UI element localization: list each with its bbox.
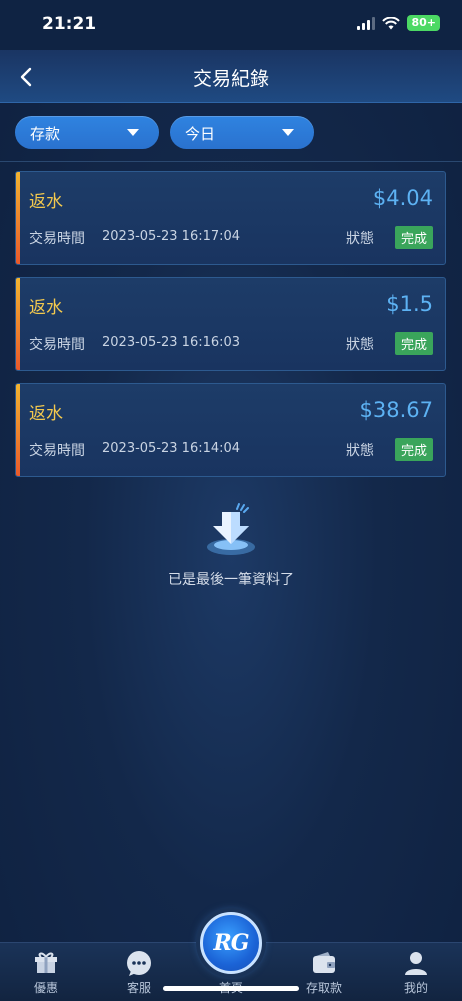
battery-indicator: 80+ (407, 15, 440, 31)
tab-support[interactable]: 客服 (109, 949, 169, 996)
user-icon (405, 952, 427, 975)
record-card[interactable]: 返水 $38.67 交易時間 2023-05-23 16:14:04 狀態 完成 (15, 383, 446, 477)
record-status-label: 狀態 (346, 443, 374, 459)
caret-down-icon (127, 129, 139, 136)
signal-icon (357, 16, 376, 30)
tab-profile[interactable]: 我的 (386, 949, 446, 996)
filter-row: 存款 今日 (15, 116, 314, 149)
record-time-label: 交易時間 (29, 337, 85, 353)
wifi-icon (382, 16, 401, 29)
record-type: 返水 (29, 404, 63, 424)
record-time-label: 交易時間 (29, 231, 85, 247)
record-amount: $1.5 (386, 292, 433, 316)
record-time: 2023-05-23 16:16:03 (102, 335, 241, 350)
tab-label: 存取款 (305, 981, 342, 995)
end-of-list-message: 已是最後一筆資料了 (168, 572, 294, 588)
home-indicator (163, 986, 299, 991)
period-filter-dropdown[interactable]: 今日 (170, 116, 314, 149)
page-title: 交易紀錄 (192, 68, 269, 90)
status-badge: 完成 (394, 332, 433, 355)
tab-wallet[interactable]: 存取款 (294, 949, 354, 996)
type-filter-label: 存款 (30, 125, 61, 143)
status-time: 21:21 (42, 14, 97, 34)
status-badge: 完成 (394, 438, 433, 461)
record-amount: $4.04 (372, 186, 433, 210)
record-time-label: 交易時間 (29, 443, 85, 459)
period-filter-label: 今日 (185, 125, 216, 143)
card-stripe (16, 172, 20, 264)
status-icons: 80+ (357, 15, 440, 31)
wallet-icon (313, 952, 335, 973)
record-type: 返水 (29, 298, 63, 318)
nav-bar: 交易紀錄 (0, 50, 462, 103)
record-status-label: 狀態 (346, 231, 374, 247)
home-logo-button[interactable]: RG (200, 912, 262, 974)
record-card[interactable]: 返水 $1.5 交易時間 2023-05-23 16:16:03 狀態 完成 (15, 277, 446, 371)
record-time: 2023-05-23 16:14:04 (102, 441, 241, 456)
record-status-label: 狀態 (346, 337, 374, 353)
tab-label: 優惠 (33, 981, 58, 995)
download-arrow-icon (207, 503, 255, 555)
tab-promotions[interactable]: 優惠 (16, 949, 76, 996)
record-card[interactable]: 返水 $4.04 交易時間 2023-05-23 16:17:04 狀態 完成 (15, 171, 446, 265)
divider (0, 161, 462, 162)
status-bar: 21:21 80+ (0, 0, 462, 50)
gift-icon (35, 952, 57, 973)
card-stripe (16, 278, 20, 370)
tab-label: 我的 (403, 981, 428, 995)
chat-icon (127, 951, 151, 976)
status-badge: 完成 (394, 226, 433, 249)
tab-label: 客服 (126, 981, 151, 995)
record-type: 返水 (29, 192, 63, 212)
card-stripe (16, 384, 20, 476)
record-time: 2023-05-23 16:17:04 (102, 229, 241, 244)
rg-logo: RG (213, 930, 249, 956)
record-amount: $38.67 (359, 398, 433, 422)
caret-down-icon (282, 129, 294, 136)
type-filter-dropdown[interactable]: 存款 (15, 116, 159, 149)
